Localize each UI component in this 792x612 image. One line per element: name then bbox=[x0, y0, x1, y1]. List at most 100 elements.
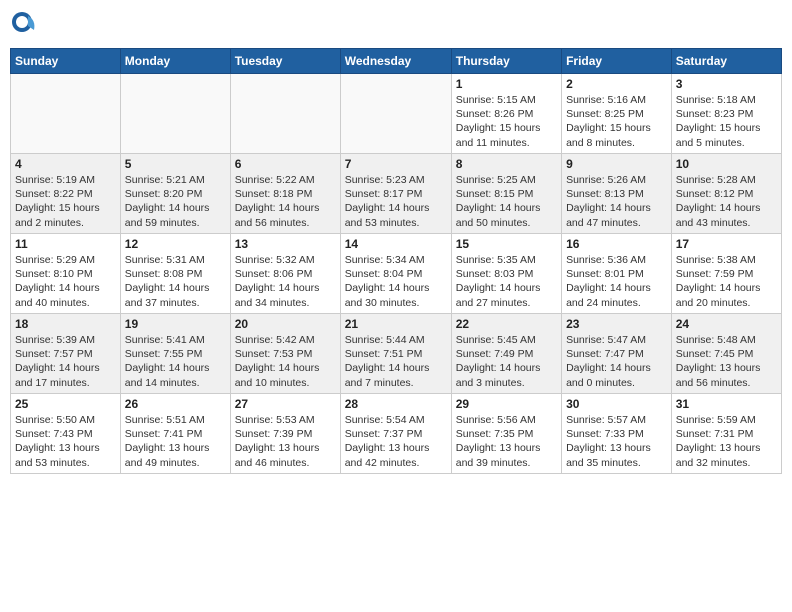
calendar-cell: 8 Sunrise: 5:25 AM Sunset: 8:15 PM Daylig… bbox=[451, 154, 561, 234]
calendar-cell: 15 Sunrise: 5:35 AM Sunset: 8:03 PM Dayli… bbox=[451, 234, 561, 314]
day-info: Sunrise: 5:50 AM Sunset: 7:43 PM Dayligh… bbox=[15, 413, 116, 470]
day-info: Sunrise: 5:18 AM Sunset: 8:23 PM Dayligh… bbox=[676, 93, 777, 150]
calendar-cell: 31 Sunrise: 5:59 AM Sunset: 7:31 PM Dayli… bbox=[671, 394, 781, 474]
day-number: 3 bbox=[676, 77, 777, 91]
day-info: Sunrise: 5:45 AM Sunset: 7:49 PM Dayligh… bbox=[456, 333, 557, 390]
calendar-cell: 7 Sunrise: 5:23 AM Sunset: 8:17 PM Daylig… bbox=[340, 154, 451, 234]
day-number: 4 bbox=[15, 157, 116, 171]
page-header bbox=[10, 10, 782, 38]
calendar-cell: 27 Sunrise: 5:53 AM Sunset: 7:39 PM Dayli… bbox=[230, 394, 340, 474]
calendar-cell: 14 Sunrise: 5:34 AM Sunset: 8:04 PM Dayli… bbox=[340, 234, 451, 314]
weekday-header-friday: Friday bbox=[562, 49, 672, 74]
day-info: Sunrise: 5:35 AM Sunset: 8:03 PM Dayligh… bbox=[456, 253, 557, 310]
weekday-header-tuesday: Tuesday bbox=[230, 49, 340, 74]
calendar-cell bbox=[120, 74, 230, 154]
calendar-cell: 24 Sunrise: 5:48 AM Sunset: 7:45 PM Dayli… bbox=[671, 314, 781, 394]
day-number: 12 bbox=[125, 237, 226, 251]
day-number: 9 bbox=[566, 157, 667, 171]
day-info: Sunrise: 5:15 AM Sunset: 8:26 PM Dayligh… bbox=[456, 93, 557, 150]
weekday-header-thursday: Thursday bbox=[451, 49, 561, 74]
day-info: Sunrise: 5:32 AM Sunset: 8:06 PM Dayligh… bbox=[235, 253, 336, 310]
calendar-cell: 20Sunrise: 5:42 AM Sunset: 7:53 PM Dayli… bbox=[230, 314, 340, 394]
calendar-cell: 10Sunrise: 5:28 AM Sunset: 8:12 PM Dayli… bbox=[671, 154, 781, 234]
day-number: 8 bbox=[456, 157, 557, 171]
calendar-cell: 23 Sunrise: 5:47 AM Sunset: 7:47 PM Dayli… bbox=[562, 314, 672, 394]
calendar-cell: 3 Sunrise: 5:18 AM Sunset: 8:23 PM Daylig… bbox=[671, 74, 781, 154]
day-number: 22 bbox=[456, 317, 557, 331]
calendar-cell: 6Sunrise: 5:22 AM Sunset: 8:18 PM Daylig… bbox=[230, 154, 340, 234]
day-info: Sunrise: 5:56 AM Sunset: 7:35 PM Dayligh… bbox=[456, 413, 557, 470]
day-number: 26 bbox=[125, 397, 226, 411]
day-info: Sunrise: 5:36 AM Sunset: 8:01 PM Dayligh… bbox=[566, 253, 667, 310]
day-info: Sunrise: 5:28 AM Sunset: 8:12 PM Dayligh… bbox=[676, 173, 777, 230]
calendar-week-row: 1 Sunrise: 5:15 AM Sunset: 8:26 PM Daylig… bbox=[11, 74, 782, 154]
day-number: 6 bbox=[235, 157, 336, 171]
calendar-cell: 26 Sunrise: 5:51 AM Sunset: 7:41 PM Dayli… bbox=[120, 394, 230, 474]
calendar-week-row: 11Sunrise: 5:29 AM Sunset: 8:10 PM Dayli… bbox=[11, 234, 782, 314]
calendar-cell: 11Sunrise: 5:29 AM Sunset: 8:10 PM Dayli… bbox=[11, 234, 121, 314]
calendar-week-row: 25 Sunrise: 5:50 AM Sunset: 7:43 PM Dayli… bbox=[11, 394, 782, 474]
day-info: Sunrise: 5:26 AM Sunset: 8:13 PM Dayligh… bbox=[566, 173, 667, 230]
calendar-cell: 9 Sunrise: 5:26 AM Sunset: 8:13 PM Daylig… bbox=[562, 154, 672, 234]
calendar-cell: 13 Sunrise: 5:32 AM Sunset: 8:06 PM Dayli… bbox=[230, 234, 340, 314]
day-number: 19 bbox=[125, 317, 226, 331]
day-number: 31 bbox=[676, 397, 777, 411]
day-number: 5 bbox=[125, 157, 226, 171]
day-number: 1 bbox=[456, 77, 557, 91]
calendar-cell: 29 Sunrise: 5:56 AM Sunset: 7:35 PM Dayli… bbox=[451, 394, 561, 474]
day-number: 18 bbox=[15, 317, 116, 331]
day-number: 7 bbox=[345, 157, 447, 171]
calendar-cell: 16 Sunrise: 5:36 AM Sunset: 8:01 PM Dayli… bbox=[562, 234, 672, 314]
calendar-cell bbox=[340, 74, 451, 154]
day-number: 27 bbox=[235, 397, 336, 411]
calendar-cell: 12 Sunrise: 5:31 AM Sunset: 8:08 PM Dayli… bbox=[120, 234, 230, 314]
day-number: 23 bbox=[566, 317, 667, 331]
calendar-cell: 5 Sunrise: 5:21 AM Sunset: 8:20 PM Daylig… bbox=[120, 154, 230, 234]
day-number: 28 bbox=[345, 397, 447, 411]
calendar-cell: 17 Sunrise: 5:38 AM Sunset: 7:59 PM Dayli… bbox=[671, 234, 781, 314]
calendar-week-row: 4 Sunrise: 5:19 AM Sunset: 8:22 PM Daylig… bbox=[11, 154, 782, 234]
day-number: 16 bbox=[566, 237, 667, 251]
calendar-cell: 25 Sunrise: 5:50 AM Sunset: 7:43 PM Dayli… bbox=[11, 394, 121, 474]
weekday-header-sunday: Sunday bbox=[11, 49, 121, 74]
day-info: Sunrise: 5:31 AM Sunset: 8:08 PM Dayligh… bbox=[125, 253, 226, 310]
day-info: Sunrise: 5:47 AM Sunset: 7:47 PM Dayligh… bbox=[566, 333, 667, 390]
weekday-header-monday: Monday bbox=[120, 49, 230, 74]
day-info: Sunrise: 5:48 AM Sunset: 7:45 PM Dayligh… bbox=[676, 333, 777, 390]
calendar-week-row: 18 Sunrise: 5:39 AM Sunset: 7:57 PM Dayli… bbox=[11, 314, 782, 394]
day-info: Sunrise: 5:41 AM Sunset: 7:55 PM Dayligh… bbox=[125, 333, 226, 390]
calendar-cell: 28Sunrise: 5:54 AM Sunset: 7:37 PM Dayli… bbox=[340, 394, 451, 474]
day-info: Sunrise: 5:51 AM Sunset: 7:41 PM Dayligh… bbox=[125, 413, 226, 470]
day-number: 24 bbox=[676, 317, 777, 331]
calendar-table: SundayMondayTuesdayWednesdayThursdayFrid… bbox=[10, 48, 782, 474]
calendar-cell: 2 Sunrise: 5:16 AM Sunset: 8:25 PM Daylig… bbox=[562, 74, 672, 154]
day-number: 20 bbox=[235, 317, 336, 331]
logo-icon bbox=[10, 10, 38, 38]
calendar-cell: 30 Sunrise: 5:57 AM Sunset: 7:33 PM Dayli… bbox=[562, 394, 672, 474]
day-info: Sunrise: 5:59 AM Sunset: 7:31 PM Dayligh… bbox=[676, 413, 777, 470]
day-info: Sunrise: 5:44 AM Sunset: 7:51 PM Dayligh… bbox=[345, 333, 447, 390]
day-number: 21 bbox=[345, 317, 447, 331]
day-info: Sunrise: 5:23 AM Sunset: 8:17 PM Dayligh… bbox=[345, 173, 447, 230]
day-number: 14 bbox=[345, 237, 447, 251]
day-number: 17 bbox=[676, 237, 777, 251]
day-number: 29 bbox=[456, 397, 557, 411]
day-number: 30 bbox=[566, 397, 667, 411]
day-number: 25 bbox=[15, 397, 116, 411]
day-number: 2 bbox=[566, 77, 667, 91]
day-info: Sunrise: 5:39 AM Sunset: 7:57 PM Dayligh… bbox=[15, 333, 116, 390]
day-info: Sunrise: 5:16 AM Sunset: 8:25 PM Dayligh… bbox=[566, 93, 667, 150]
day-info: Sunrise: 5:38 AM Sunset: 7:59 PM Dayligh… bbox=[676, 253, 777, 310]
day-info: Sunrise: 5:25 AM Sunset: 8:15 PM Dayligh… bbox=[456, 173, 557, 230]
day-info: Sunrise: 5:57 AM Sunset: 7:33 PM Dayligh… bbox=[566, 413, 667, 470]
day-number: 15 bbox=[456, 237, 557, 251]
day-info: Sunrise: 5:21 AM Sunset: 8:20 PM Dayligh… bbox=[125, 173, 226, 230]
day-info: Sunrise: 5:53 AM Sunset: 7:39 PM Dayligh… bbox=[235, 413, 336, 470]
calendar-cell: 19 Sunrise: 5:41 AM Sunset: 7:55 PM Dayli… bbox=[120, 314, 230, 394]
day-info: Sunrise: 5:34 AM Sunset: 8:04 PM Dayligh… bbox=[345, 253, 447, 310]
weekday-header-saturday: Saturday bbox=[671, 49, 781, 74]
day-number: 13 bbox=[235, 237, 336, 251]
day-info: Sunrise: 5:29 AM Sunset: 8:10 PM Dayligh… bbox=[15, 253, 116, 310]
day-info: Sunrise: 5:19 AM Sunset: 8:22 PM Dayligh… bbox=[15, 173, 116, 230]
logo bbox=[10, 10, 40, 38]
